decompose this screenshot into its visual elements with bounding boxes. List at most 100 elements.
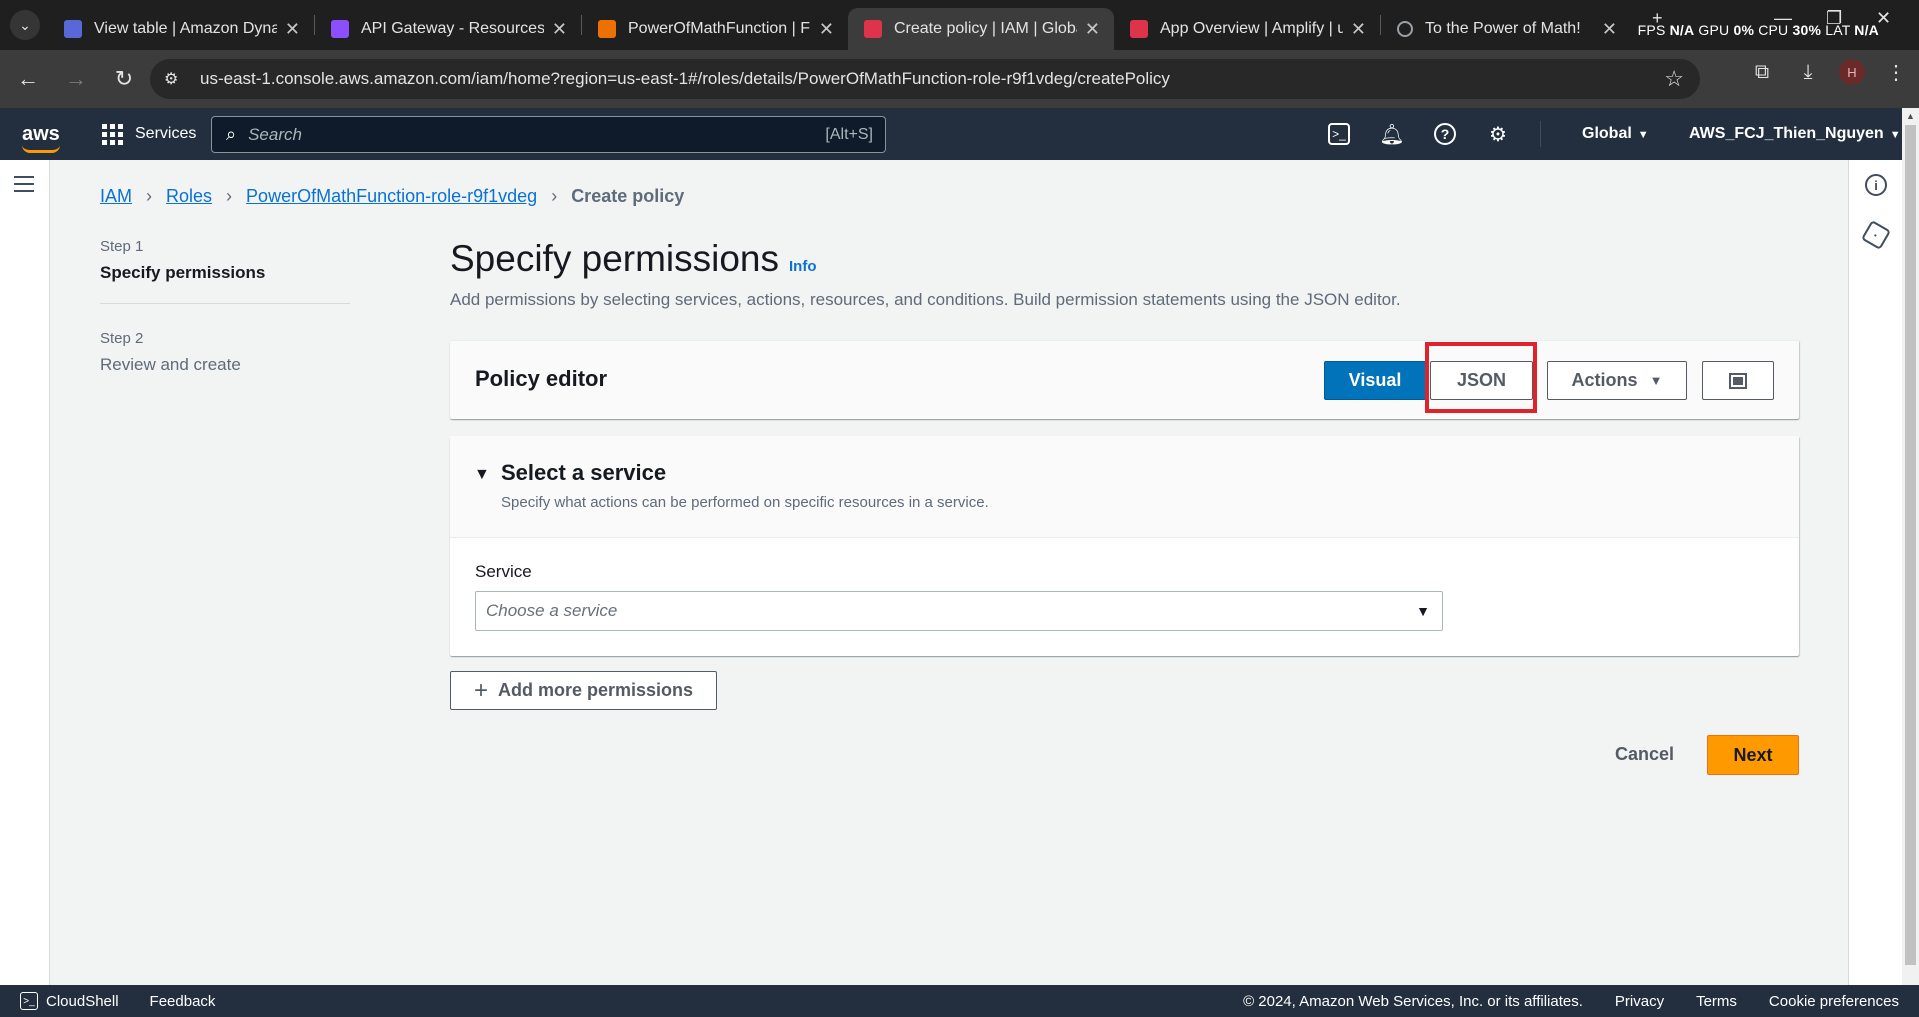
hexagon-tools-icon[interactable]: · (1860, 219, 1892, 251)
aws-top-nav: aws Services ⌕ [Alt+S] >_ 🔔︎ ? ⚙ Global▼… (0, 108, 1902, 160)
plus-icon: + (473, 676, 488, 704)
download-icon[interactable]: ⤓ (1793, 61, 1823, 84)
aws-logo-text: aws (22, 123, 60, 145)
breadcrumb-roles[interactable]: Roles (166, 186, 212, 207)
caret-down-icon: ▼ (1416, 603, 1430, 619)
info-panel-icon[interactable]: i (1865, 174, 1887, 196)
api-gateway-favicon-icon (331, 20, 349, 38)
info-link[interactable]: Info (789, 258, 817, 275)
scroll-up-icon[interactable]: ▲ (1902, 108, 1919, 125)
browser-toolbar: ← → ↻ ⚙ us-east-1.console.aws.amazon.com… (0, 50, 1919, 108)
feedback-link[interactable]: Feedback (150, 993, 216, 1010)
back-icon[interactable]: ← (8, 59, 48, 99)
search-icon: ⌕ (226, 124, 237, 144)
chevron-right-icon: › (551, 186, 558, 206)
close-tab-icon[interactable]: ✕ (1085, 19, 1100, 40)
browser-tab-strip: ⌄ View table | Amazon Dyna ✕ API Gateway… (0, 0, 1919, 50)
aws-smile-icon (22, 145, 60, 153)
right-tools-rail: i · (1848, 160, 1902, 985)
help-icon[interactable]: ? (1434, 123, 1456, 145)
page-title: Specify permissions Info (450, 238, 817, 279)
close-tab-icon[interactable]: ✕ (1602, 19, 1617, 40)
close-tab-icon[interactable]: ✕ (552, 19, 567, 40)
left-nav-rail (0, 160, 50, 985)
page-description: Add permissions by selecting services, a… (450, 290, 1401, 309)
caret-down-icon[interactable]: ▼ (474, 466, 490, 484)
browser-tab-api-gateway[interactable]: API Gateway - Resources ✕ (315, 8, 581, 50)
region-selector[interactable]: Global ▼ (1582, 125, 1649, 143)
caret-down-icon: ▼ (1637, 129, 1649, 141)
iam-favicon-icon (864, 20, 882, 38)
scroll-thumb[interactable] (1905, 125, 1916, 965)
browser-tab-lambda[interactable]: PowerOfMathFunction | Fu ✕ (582, 8, 848, 50)
close-tab-icon[interactable]: ✕ (819, 19, 834, 40)
policy-editor-card: Policy editor Visual JSON Actions ▼ (450, 340, 1799, 419)
browser-tab-iam-active[interactable]: Create policy | IAM | Globa ✕ (848, 8, 1114, 50)
tab-title: App Overview | Amplify | u (1160, 20, 1343, 37)
services-menu-button[interactable]: Services (102, 123, 197, 145)
breadcrumb: IAM › Roles › PowerOfMathFunction-role-r… (100, 186, 684, 207)
profile-avatar[interactable]: H (1839, 59, 1865, 85)
actions-dropdown-button[interactable]: Actions ▼ (1547, 361, 1687, 400)
aws-search-input[interactable] (248, 124, 826, 145)
toggle-side-panel-button[interactable] (1702, 361, 1774, 400)
tab-title: View table | Amazon Dyna (94, 20, 277, 37)
step-1-name: Specify permissions (100, 263, 266, 282)
extensions-icon[interactable]: ⧉ (1747, 61, 1777, 84)
lambda-favicon-icon (598, 20, 616, 38)
browser-menu-icon[interactable]: ⋮ (1881, 60, 1911, 85)
chevron-right-icon: › (146, 186, 153, 206)
browser-tab-power-of-math[interactable]: To the Power of Math! ✕ (1381, 8, 1631, 50)
browser-tab-amplify[interactable]: App Overview | Amplify | u ✕ (1114, 8, 1380, 50)
tab-search-button[interactable]: ⌄ (10, 10, 40, 40)
tab-title: To the Power of Math! (1425, 20, 1581, 37)
step-2-number: Step 2 (100, 330, 144, 347)
browser-tab-dynamodb[interactable]: View table | Amazon Dyna ✕ (48, 8, 314, 50)
address-bar[interactable]: ⚙ us-east-1.console.aws.amazon.com/iam/h… (150, 59, 1700, 99)
hamburger-menu-icon[interactable] (14, 176, 34, 197)
settings-gear-icon[interactable]: ⚙ (1484, 120, 1512, 148)
service-field-label: Service (475, 562, 532, 581)
performance-overlay: FPS N/A GPU 0% CPU 30% LAT N/A (1637, 22, 1879, 38)
cloudshell-icon[interactable]: >_ (1328, 123, 1350, 145)
next-button[interactable]: Next (1707, 735, 1799, 775)
breadcrumb-iam[interactable]: IAM (100, 186, 132, 207)
wizard-steps: Step 1 Specify permissions Step 2 Review… (100, 238, 350, 375)
cloudshell-icon: >_ (20, 992, 38, 1010)
close-tab-icon[interactable]: ✕ (1351, 19, 1366, 40)
cancel-button[interactable]: Cancel (1615, 744, 1674, 765)
bookmark-star-icon[interactable]: ☆ (1664, 66, 1684, 92)
cookie-preferences-link[interactable]: Cookie preferences (1769, 993, 1899, 1010)
close-tab-icon[interactable]: ✕ (285, 19, 300, 40)
site-settings-icon[interactable]: ⚙ (164, 69, 186, 89)
copyright-text: © 2024, Amazon Web Services, Inc. or its… (1243, 992, 1583, 1010)
tab-title: Create policy | IAM | Globa (894, 20, 1077, 37)
select-service-description: Specify what actions can be performed on… (501, 494, 989, 511)
visual-mode-button[interactable]: Visual (1324, 361, 1426, 400)
tab-title: PowerOfMathFunction | Fu (628, 20, 811, 37)
terms-link[interactable]: Terms (1696, 993, 1737, 1010)
aws-search-box[interactable]: ⌕ [Alt+S] (211, 116, 886, 153)
service-select-placeholder: Choose a service (486, 601, 618, 620)
breadcrumb-current: Create policy (571, 186, 685, 206)
search-shortcut-hint: [Alt+S] (825, 125, 873, 143)
breadcrumb-role[interactable]: PowerOfMathFunction-role-r9f1vdeg (246, 186, 537, 207)
cloudshell-footer-button[interactable]: >_ CloudShell (20, 992, 119, 1010)
select-service-header[interactable]: ▼ Select a service Specify what actions … (450, 436, 1799, 538)
aws-logo[interactable]: aws (22, 123, 62, 153)
url-text[interactable]: us-east-1.console.aws.amazon.com/iam/hom… (200, 69, 1170, 89)
chevron-right-icon: › (226, 186, 233, 206)
add-more-permissions-button[interactable]: + Add more permissions (450, 671, 717, 710)
account-menu[interactable]: AWS_FCJ_Thien_Nguyen ▼ (1689, 125, 1901, 143)
caret-down-icon: ▼ (1889, 129, 1901, 141)
grid-icon (102, 123, 123, 145)
reload-icon[interactable]: ↻ (104, 59, 144, 99)
forward-icon[interactable]: → (56, 59, 96, 99)
page-scrollbar[interactable]: ▲ (1902, 108, 1919, 985)
step-2-name: Review and create (100, 355, 241, 374)
policy-editor-title: Policy editor (475, 366, 608, 391)
privacy-link[interactable]: Privacy (1615, 993, 1664, 1010)
service-select[interactable]: Choose a service ▼ (475, 591, 1443, 631)
notifications-bell-icon[interactable]: 🔔︎ (1378, 120, 1406, 148)
services-label: Services (135, 125, 197, 142)
